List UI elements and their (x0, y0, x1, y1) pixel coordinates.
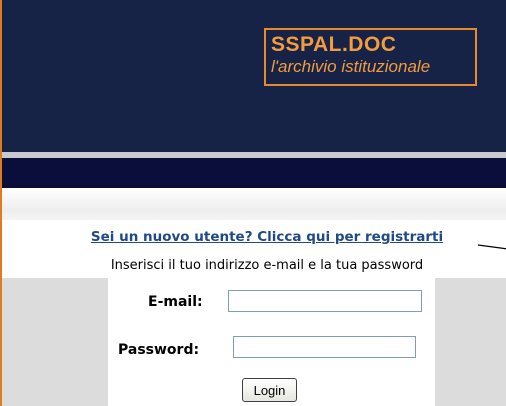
register-link[interactable]: Sei un nuovo utente? Clicca qui per regi… (0, 229, 506, 245)
pointer-arrow-icon (478, 244, 506, 250)
login-page: SSPAL.DOC l'archivio istituzionale Sei u… (0, 0, 506, 406)
email-label: E-mail: (148, 294, 203, 310)
logo-subtitle: l'archivio istituzionale (271, 57, 431, 76)
site-logo: SSPAL.DOC l'archivio istituzionale (264, 28, 477, 86)
right-side-panel (435, 278, 506, 406)
header-banner: SSPAL.DOC l'archivio istituzionale (2, 0, 506, 152)
login-instructions: Inserisci il tuo indirizzo e-mail e la t… (110, 258, 424, 273)
navigation-bar (2, 158, 506, 188)
login-button[interactable]: Login (242, 378, 297, 402)
password-label: Password: (118, 342, 200, 358)
password-field[interactable] (233, 336, 416, 358)
email-field[interactable] (228, 290, 422, 312)
logo-title: SSPAL.DOC (271, 33, 397, 56)
divider-fade (2, 188, 506, 220)
left-side-panel (2, 278, 108, 406)
